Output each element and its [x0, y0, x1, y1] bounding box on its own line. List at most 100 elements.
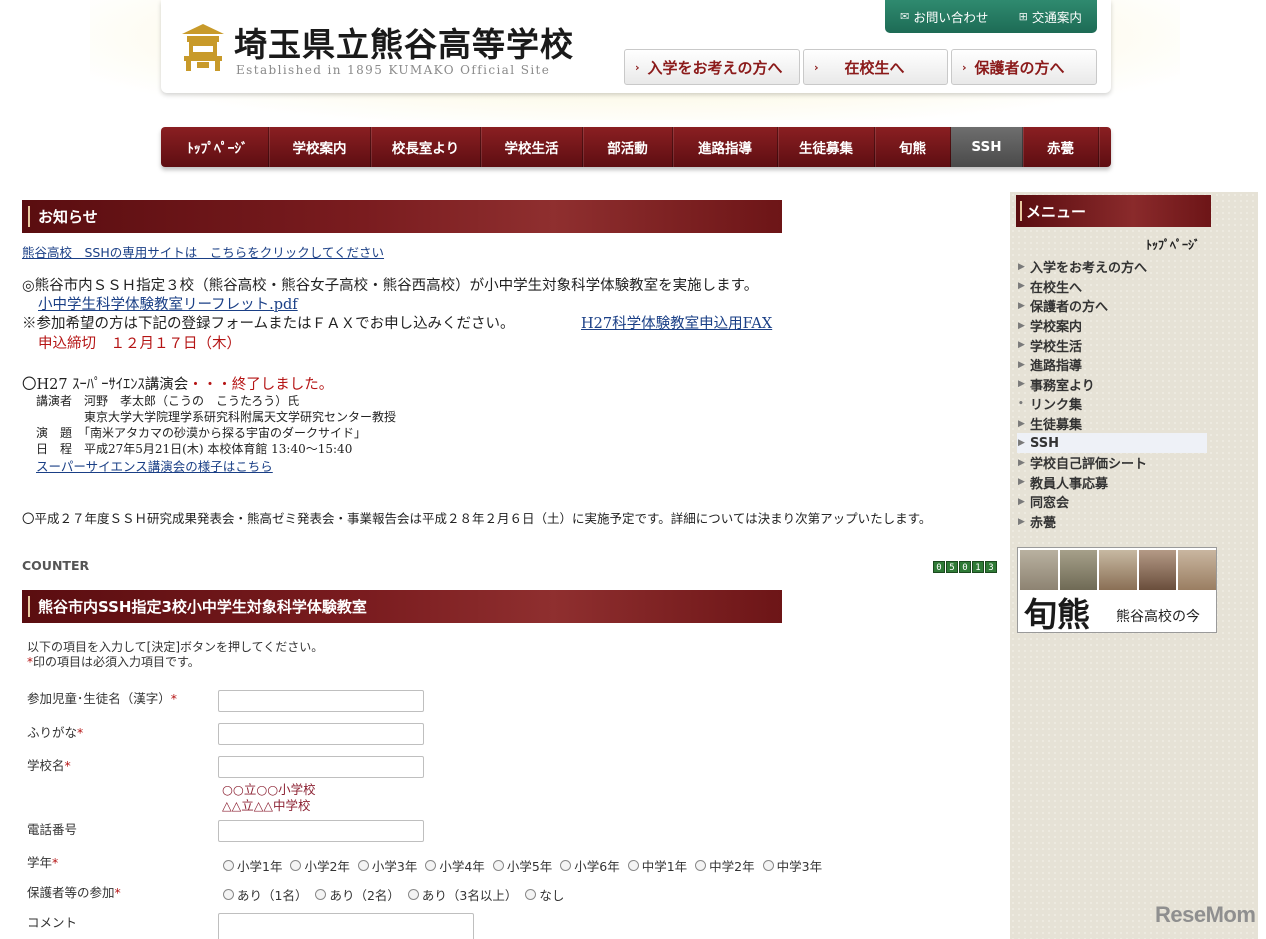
grade-option[interactable]: 小学1年	[223, 856, 282, 875]
triangle-right-icon: ▶	[1018, 477, 1025, 488]
radio-button[interactable]	[762, 860, 774, 871]
grade-option[interactable]: 小学6年	[560, 856, 620, 875]
radio-button[interactable]	[407, 889, 419, 900]
sidebar-item-school-life[interactable]: ▶ 学校生活	[1017, 335, 1207, 355]
grade-option-label: 小学6年	[574, 859, 620, 874]
lecture-speaker: 講演者 河野 孝太郎（こうの こうたろう）氏	[36, 394, 300, 408]
map-icon: ⊞	[1018, 10, 1028, 23]
radio-button[interactable]	[223, 860, 234, 871]
radio-button[interactable]	[290, 860, 302, 871]
school-name[interactable]: 埼玉県立熊谷高等学校	[234, 18, 574, 66]
guardian-label: 保護者等の参加*	[27, 882, 121, 901]
guardian-option[interactable]: あり（1名）	[223, 885, 307, 904]
school-emblem-icon	[182, 24, 224, 71]
triangle-right-icon: ▶	[1018, 261, 1025, 272]
triangle-right-icon: ▶	[1018, 340, 1025, 351]
radio-button[interactable]	[223, 889, 234, 900]
lecture-topic: 演 題 「南米アタカマの砂漠から探る宇宙のダークサイド」	[36, 426, 367, 440]
radio-button[interactable]	[695, 860, 707, 871]
sidebar-item-parents[interactable]: ▶ 保護者の方へ	[1017, 296, 1207, 316]
radio-button[interactable]	[357, 860, 369, 871]
radio-button[interactable]	[425, 860, 437, 871]
fax-form-link[interactable]: H27科学体験教室申込用FAX	[581, 312, 772, 333]
nav-career[interactable]: 進路指導	[673, 127, 778, 167]
nav-clubs[interactable]: 部活動	[583, 127, 673, 167]
sidebar-item-label: 事務室より	[1030, 378, 1095, 394]
grade-option[interactable]: 小学2年	[290, 856, 350, 875]
radio-button[interactable]	[560, 860, 572, 871]
grade-option[interactable]: 中学1年	[627, 856, 687, 875]
nav-principal[interactable]: 校長室より	[371, 127, 481, 167]
nav-shunyu[interactable]: 旬熊	[875, 127, 951, 167]
parents-button[interactable]: › 保護者の方へ	[951, 49, 1097, 85]
bullet-icon: •	[1018, 398, 1024, 409]
radio-button[interactable]	[627, 860, 639, 871]
leaflet-pdf-link[interactable]: 小中学生科学体験教室リーフレット.pdf	[38, 293, 298, 314]
grade-option-label: 小学1年	[237, 859, 283, 874]
sidebar-item-self-evaluation[interactable]: ▶ 学校自己評価シート	[1017, 453, 1207, 473]
access-link[interactable]: ⊞ 交通案内	[1019, 7, 1082, 26]
school-input[interactable]	[218, 756, 424, 778]
sidebar-item-career[interactable]: ▶ 進路指導	[1017, 355, 1207, 375]
sidebar-item-links[interactable]: • リンク集	[1017, 394, 1207, 414]
guardian-option[interactable]: あり（2名）	[315, 885, 400, 904]
radio-button[interactable]	[525, 889, 537, 900]
name-label: 参加児童･生徒名（漢字）*	[27, 688, 177, 707]
sidebar-item-prospective[interactable]: ▶ 入学をお考えの方へ	[1017, 257, 1207, 277]
grade-option[interactable]: 小学4年	[425, 856, 485, 875]
sidebar-item-office[interactable]: ▶ 事務室より	[1017, 375, 1207, 395]
report-meeting-text: 〇平成２７年度ＳＳＨ研究成果発表会・熊高ゼミ発表会・事業報告会は平成２８年２月６…	[22, 511, 932, 526]
phone-input[interactable]	[218, 820, 424, 842]
sidebar-item-akairaka[interactable]: ▶ 赤甍	[1017, 512, 1207, 532]
grade-option[interactable]: 中学3年	[762, 856, 822, 875]
lecture-report-link[interactable]: スーパーサイエンス講演会の様子はこちら	[36, 456, 273, 475]
shunyu-banner[interactable]: 旬熊 熊谷高校の今	[1017, 547, 1217, 633]
contact-link[interactable]: ✉ お問い合わせ	[900, 7, 988, 26]
triangle-right-icon: ▶	[1018, 516, 1025, 527]
sidebar-item-alumni[interactable]: ▶ 同窓会	[1017, 492, 1207, 512]
radio-button[interactable]	[492, 860, 504, 871]
current-students-button[interactable]: › 在校生へ	[803, 49, 948, 85]
nav-ssh[interactable]: SSH	[951, 127, 1023, 167]
school-label-text: 学校名	[27, 758, 65, 773]
comment-textarea[interactable]	[218, 913, 474, 939]
nav-admissions[interactable]: 生徒募集	[778, 127, 875, 167]
guardian-option[interactable]: あり（3名以上）	[407, 885, 518, 904]
nav-school-life[interactable]: 学校生活	[481, 127, 583, 167]
apply-instructions: ※参加希望の方は下記の登録フォームまたはＦＡＸでお申し込みください。	[22, 316, 515, 332]
nav-akairaka[interactable]: 赤甍	[1023, 127, 1099, 167]
sidebar-item-label: 進路指導	[1030, 359, 1083, 375]
ssh-site-link[interactable]: 熊谷高校 SSHの専用サイトは こちらをクリックしてください	[22, 242, 384, 261]
grade-option[interactable]: 中学2年	[695, 856, 755, 875]
radio-button[interactable]	[315, 889, 327, 900]
sidebar-item-label: 同窓会	[1030, 496, 1070, 512]
required-mark: *	[77, 725, 84, 740]
notice-item-1: ◎熊谷市内ＳＳＨ指定３校（熊谷高校・熊谷女子高校・熊谷西高校）が小中学生対象科学…	[22, 278, 759, 294]
guardian-option-label: なし	[539, 888, 565, 903]
banner-photo	[1138, 550, 1177, 590]
grade-option-label: 小学5年	[506, 859, 553, 874]
sidebar-item-ssh[interactable]: ▶ SSH	[1017, 433, 1207, 453]
guardian-option[interactable]: なし	[525, 885, 564, 904]
sidebar-item-admissions[interactable]: ▶ 生徒募集	[1017, 414, 1207, 434]
guardian-option-label: あり（2名）	[329, 888, 400, 903]
triangle-right-icon: ▶	[1018, 320, 1025, 331]
sidebar-item-about[interactable]: ▶ 学校案内	[1017, 316, 1207, 336]
sidebar-item-current-students[interactable]: ▶ 在校生へ	[1017, 277, 1207, 297]
sidebar-item-label: 保護者の方へ	[1030, 300, 1109, 316]
prospective-students-button[interactable]: › 入学をお考えの方へ	[624, 49, 800, 85]
nav-top[interactable]: ﾄｯﾌﾟﾍﾟｰｼﾞ	[167, 127, 269, 167]
nav-about[interactable]: 学校案内	[269, 127, 371, 167]
sidebar-item-label: 学校自己評価シート	[1030, 457, 1148, 473]
sidebar-top-link[interactable]: ﾄｯﾌﾟﾍﾟｰｼﾞ	[1146, 236, 1200, 253]
grade-option[interactable]: 小学3年	[357, 856, 417, 875]
name-input[interactable]	[218, 690, 424, 712]
furigana-input[interactable]	[218, 723, 424, 745]
guardian-option-label: あり（3名以上）	[421, 888, 518, 903]
required-mark: *	[64, 758, 71, 773]
sidebar-item-teacher-recruit[interactable]: ▶ 教員人事応募	[1017, 473, 1207, 493]
button-label: 入学をお考えの方へ	[647, 58, 783, 77]
grade-option[interactable]: 小学5年	[492, 856, 553, 875]
lecture-title: 〇H27 ｽｰﾊﾟｰｻｲｴﾝｽ講演会・・・終了しました。	[22, 373, 333, 394]
sidebar-heading: メニュー	[1016, 195, 1211, 227]
